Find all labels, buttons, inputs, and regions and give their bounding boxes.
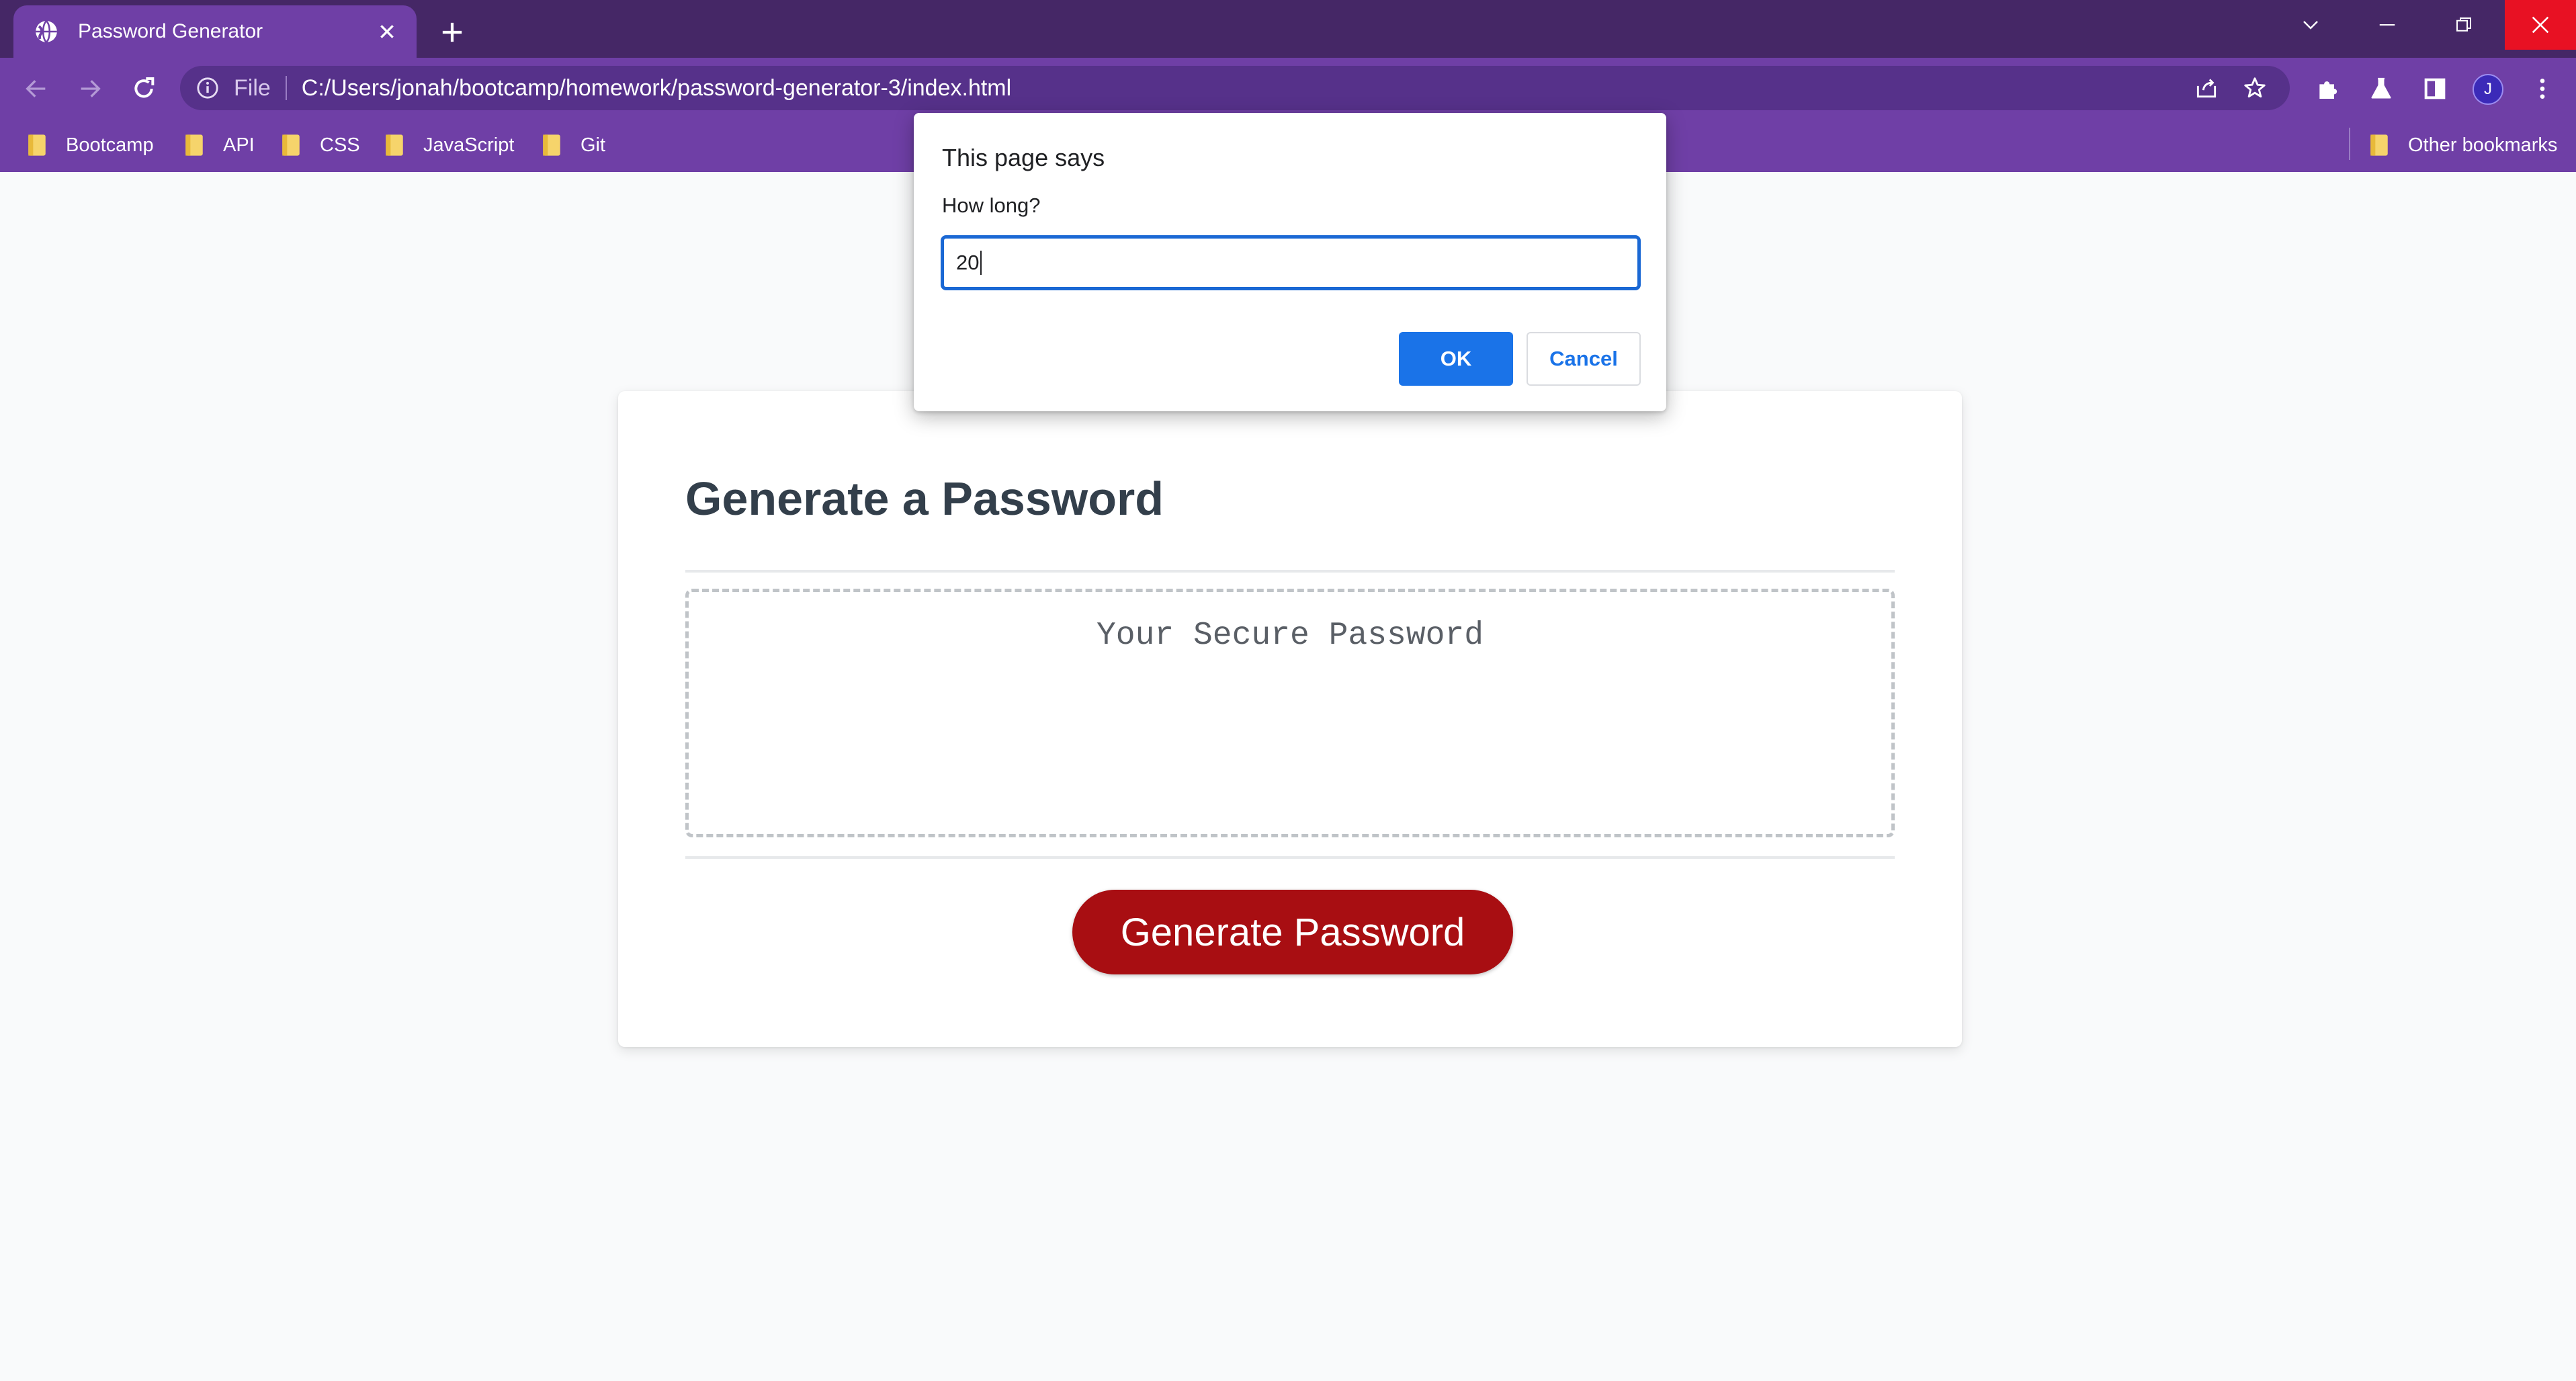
page-title: Generate a Password [685,472,1164,525]
bookmark-api[interactable]: API [184,128,255,163]
prompt-input-value: 20 [956,251,980,274]
password-output[interactable]: Your Secure Password [685,589,1895,837]
dialog-message: How long? [942,194,1041,217]
tab-title: Password Generator [78,20,263,42]
folder-icon [386,134,403,156]
back-icon[interactable] [17,70,55,108]
cancel-button[interactable]: Cancel [1527,332,1641,386]
bookmarks-separator [2349,128,2350,160]
folder-icon [282,134,300,156]
divider [685,570,1895,573]
folder-icon [28,134,46,156]
tab-password-generator[interactable]: Password Generator [13,5,417,58]
password-placeholder: Your Secure Password [1096,618,1484,654]
labs-flask-icon[interactable] [2362,70,2400,108]
menu-kebab-icon[interactable] [2524,70,2561,108]
forward-icon[interactable] [71,70,109,108]
prompt-dialog: This page says How long? 20 OK Cancel [914,113,1666,411]
folder-icon [2370,134,2388,156]
other-bookmarks-label: Other bookmarks [2408,134,2558,156]
password-card: Generate a Password Your Secure Password… [618,391,1962,1047]
close-window-icon[interactable] [2505,0,2576,50]
address-bar[interactable]: File C:/Users/jonah/bootcamp/homework/pa… [180,66,2290,110]
reload-icon[interactable] [125,70,163,108]
scheme-label: File [234,75,271,101]
text-caret [980,251,982,275]
browser-toolbar: File C:/Users/jonah/bootcamp/homework/pa… [0,58,2576,118]
url-text[interactable]: C:/Users/jonah/bootcamp/homework/passwor… [302,75,2177,101]
share-icon[interactable] [2188,69,2225,107]
bookmark-javascript[interactable]: JavaScript [384,128,514,163]
dialog-title: This page says [942,144,1105,171]
minimize-icon[interactable] [2350,0,2424,50]
prompt-input[interactable]: 20 [941,235,1641,290]
restore-icon[interactable] [2427,0,2501,50]
bookmark-label: Git [581,134,606,156]
bookmark-label: CSS [320,134,360,156]
bookmark-label: Bootcamp [66,134,154,156]
tab-strip: Password Generator [0,0,2576,58]
address-separator [285,76,287,100]
extensions-icon[interactable] [2309,70,2346,108]
bookmark-bootcamp[interactable]: Bootcamp [27,128,154,163]
bookmark-git[interactable]: Git [542,128,605,163]
side-panel-icon[interactable] [2416,70,2454,108]
browser-window: Password Generator File C:/Users/jonah/b… [0,0,2576,1381]
globe-icon [36,20,57,43]
bookmark-star-icon[interactable] [2236,69,2274,107]
folder-icon [543,134,560,156]
other-bookmarks[interactable]: Other bookmarks [2369,128,2557,163]
new-tab-icon[interactable] [433,13,471,51]
close-tab-icon[interactable] [374,18,400,45]
ok-button[interactable]: OK [1399,332,1513,386]
folder-icon [185,134,203,156]
bookmark-label: API [223,134,255,156]
profile-avatar[interactable]: J [2473,74,2503,105]
divider [685,856,1895,859]
bookmark-label: JavaScript [423,134,515,156]
tab-search-icon[interactable] [2274,0,2348,50]
info-icon[interactable] [196,77,219,99]
generate-password-button[interactable]: Generate Password [1072,890,1513,974]
bookmark-css[interactable]: CSS [281,128,360,163]
